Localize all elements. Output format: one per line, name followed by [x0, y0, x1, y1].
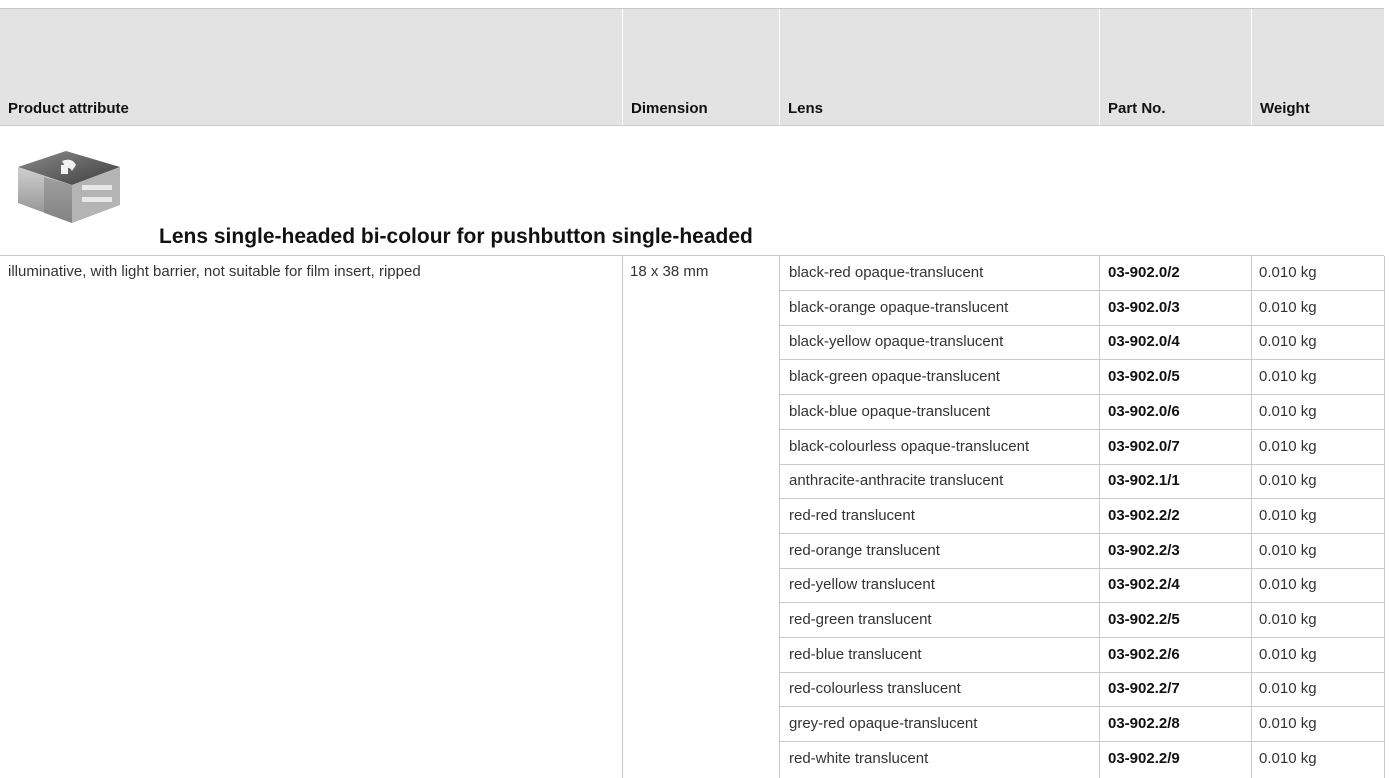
- weight-value: 0.010 kg: [1259, 333, 1317, 351]
- lens-value: black-colourless opaque-translucent: [789, 437, 1030, 455]
- weight-value: 0.010 kg: [1259, 368, 1317, 386]
- weight-value: 0.010 kg: [1259, 472, 1317, 490]
- lens-value: black-green opaque-translucent: [789, 368, 1000, 386]
- header-part-no: Part No.: [1099, 9, 1251, 125]
- weight-value: 0.010 kg: [1259, 506, 1317, 524]
- lens-value: red-orange translucent: [789, 541, 940, 559]
- weight-value: 0.010 kg: [1259, 645, 1317, 663]
- product-section: Lens single-headed bi-colour for pushbut…: [0, 125, 1384, 256]
- header-label: Product attribute: [8, 100, 129, 117]
- weight-value: 0.010 kg: [1259, 749, 1317, 767]
- weight-value: 0.010 kg: [1259, 715, 1317, 733]
- weight-value: 0.010 kg: [1259, 611, 1317, 628]
- part-number: 03-902.0/6: [1108, 402, 1180, 420]
- weight-value: 0.010 kg: [1259, 576, 1317, 594]
- part-number: 03-902.1/1: [1108, 472, 1180, 490]
- part-number: 03-902.0/5: [1108, 368, 1180, 386]
- weight-value: 0.010 kg: [1259, 402, 1317, 420]
- table-row: black-blue opaque-translucent 03-902.0/6 0…: [779, 395, 1384, 430]
- table-row: red-red translucent 03-902.2/2 0.010 kg: [779, 499, 1384, 534]
- header-weight: Weight: [1251, 9, 1384, 125]
- lens-value: black-blue opaque-translucent: [789, 402, 990, 420]
- table-row: black-red opaque-translucent 03-902.0/2 0.…: [779, 256, 1384, 291]
- weight-value: 0.010 kg: [1259, 680, 1317, 698]
- part-number: 03-902.2/6: [1108, 645, 1180, 663]
- table-row: red-white translucent 03-902.2/9 0.010 kg: [779, 742, 1384, 777]
- lens-value: red-red translucent: [789, 506, 915, 524]
- header-label: Dimension: [631, 100, 708, 117]
- column-divider: [622, 256, 623, 778]
- part-number: 03-902.2/7: [1108, 680, 1180, 698]
- part-number: 03-902.2/5: [1108, 611, 1180, 628]
- lens-value: red-blue translucent: [789, 645, 922, 663]
- part-number: 03-902.2/2: [1108, 506, 1180, 524]
- weight-value: 0.010 kg: [1259, 264, 1317, 281]
- part-number: 03-902.0/4: [1108, 333, 1180, 351]
- weight-value: 0.010 kg: [1259, 437, 1317, 455]
- table-row: black-yellow opaque-translucent 03-902.0/…: [779, 325, 1384, 361]
- header-lens: Lens: [779, 9, 1099, 125]
- column-divider: [1384, 256, 1385, 778]
- part-number: 03-902.0/7: [1108, 437, 1180, 455]
- lens-value: black-red opaque-translucent: [789, 264, 984, 281]
- part-number: 03-902.2/3: [1108, 541, 1180, 559]
- table-row: anthracite-anthracite translucent 03-902.…: [779, 464, 1384, 500]
- weight-value: 0.010 kg: [1259, 541, 1317, 559]
- part-number: 03-902.2/4: [1108, 576, 1180, 594]
- table-row: red-blue translucent 03-902.2/6 0.010 kg: [779, 638, 1384, 673]
- product-dimension: 18 x 38 mm: [630, 263, 709, 280]
- lens-value: red-white translucent: [789, 749, 929, 767]
- table-row: grey-red opaque-translucent 03-902.2/8 0.0…: [779, 707, 1384, 743]
- lens-value: red-green translucent: [789, 611, 932, 628]
- product-title: Lens single-headed bi-colour for pushbut…: [159, 225, 753, 248]
- header-label: Lens: [788, 100, 824, 117]
- header-dimension: Dimension: [622, 9, 779, 125]
- table-row: black-orange opaque-translucent 03-902.0/…: [779, 291, 1384, 326]
- header-label: Weight: [1260, 100, 1310, 117]
- part-number: 03-902.2/8: [1108, 715, 1180, 733]
- product-attribute: illuminative, with light barrier, not su…: [8, 263, 421, 280]
- part-number: 03-902.2/9: [1108, 749, 1180, 767]
- table-row: red-green translucent 03-902.2/5 0.010 kg: [779, 603, 1384, 638]
- table-row: red-orange translucent 03-902.2/3 0.010 kg: [779, 534, 1384, 569]
- part-number: 03-902.0/3: [1108, 298, 1180, 316]
- lens-value: anthracite-anthracite translucent: [789, 472, 1004, 490]
- table-row: red-colourless translucent 03-902.2/7 0.01…: [779, 672, 1384, 708]
- weight-value: 0.010 kg: [1259, 298, 1317, 316]
- lens-product-icon: [18, 151, 120, 223]
- lens-value: grey-red opaque-translucent: [789, 715, 978, 733]
- header-label: Part No.: [1108, 100, 1166, 117]
- lens-value: red-yellow translucent: [789, 576, 935, 594]
- lens-value: red-colourless translucent: [789, 680, 961, 698]
- header-product-attribute: Product attribute: [0, 9, 622, 125]
- table-header: Product attribute Dimension Lens Part No…: [0, 8, 1384, 126]
- table-row: black-colourless opaque-translucent 03-90…: [779, 430, 1384, 465]
- table-row: black-green opaque-translucent 03-902.0/5…: [779, 360, 1384, 396]
- lens-value: black-orange opaque-translucent: [789, 298, 1009, 316]
- table-row: red-yellow translucent 03-902.2/4 0.010 kg: [779, 568, 1384, 604]
- lens-value: black-yellow opaque-translucent: [789, 333, 1004, 351]
- part-number: 03-902.0/2: [1108, 264, 1180, 281]
